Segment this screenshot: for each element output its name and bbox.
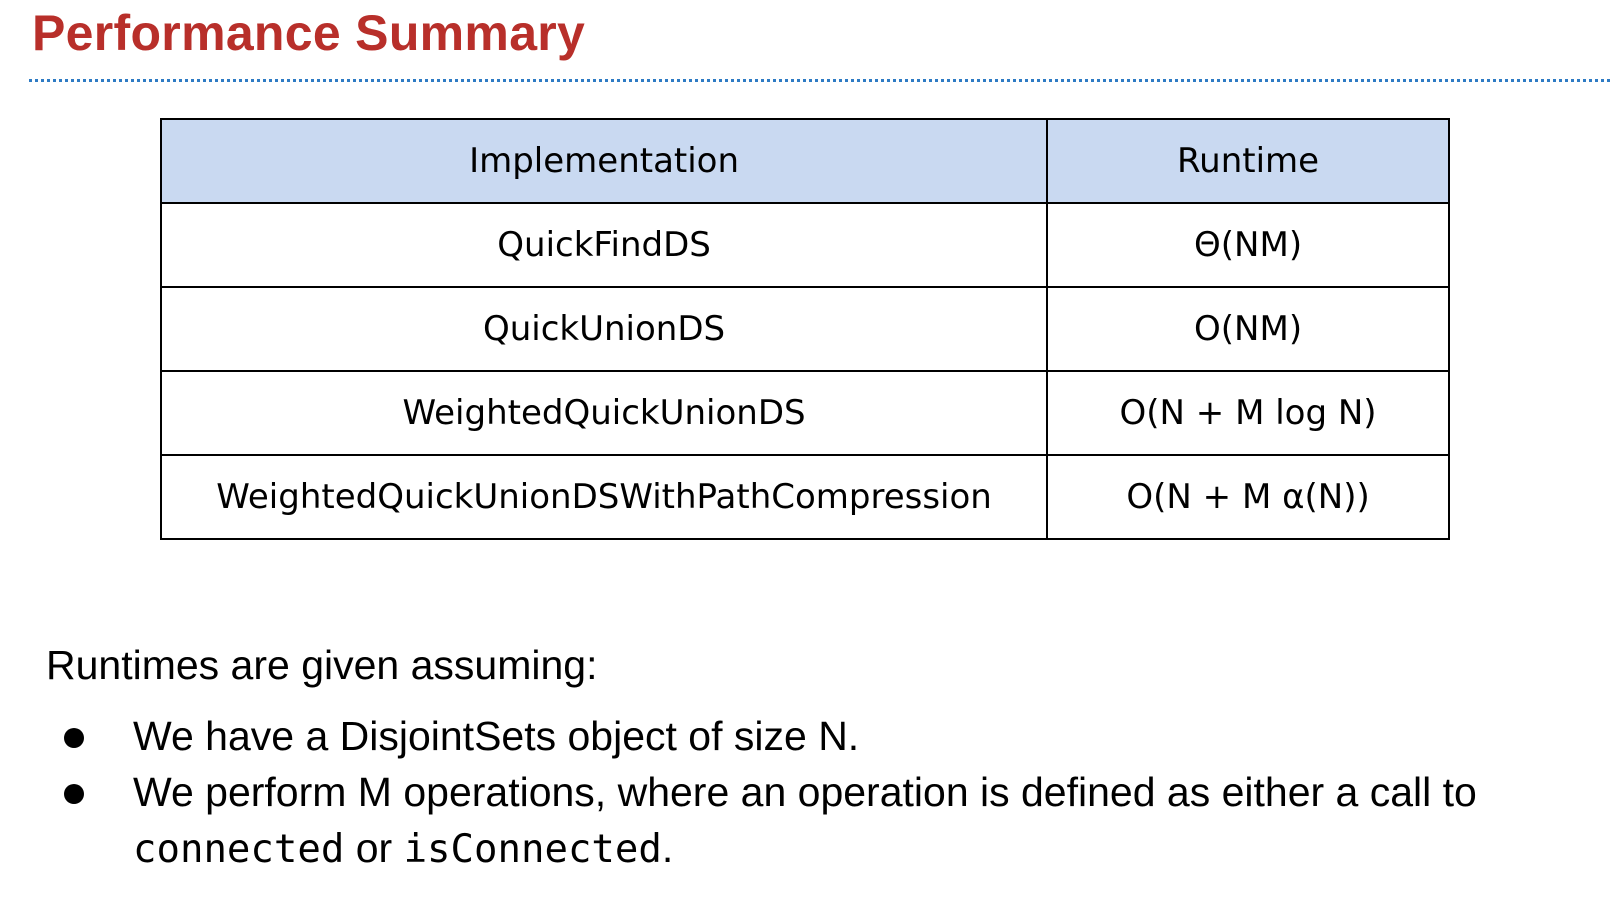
list-item: We perform M operations, where an operat… [0,764,1610,878]
assumptions-intro: Runtimes are given assuming: [46,642,598,688]
bullet-text: We have a DisjointSets object of size N. [133,713,860,759]
table-row: QuickFindDS Θ(NM) [159,202,1450,288]
bullet-text-or: or [344,825,404,871]
title-divider [29,79,1610,82]
table-row: QuickUnionDS O(NM) [159,286,1450,372]
code-isconnected: isConnected [403,827,662,872]
implementation-cell: QuickFindDS [159,202,1049,288]
header-runtime: Runtime [1046,118,1450,204]
runtime-cell: Θ(NM) [1046,202,1450,288]
bullet-text-end: . [661,825,674,871]
implementation-cell: QuickUnionDS [159,286,1049,372]
list-item: We have a DisjointSets object of size N. [0,708,1610,764]
page-title: Performance Summary [32,5,586,61]
runtime-cell: O(NM) [1046,286,1450,372]
bullet-text: We perform M operations, where an operat… [133,769,1477,815]
table-row: WeightedQuickUnionDSWithPathCompression … [159,454,1450,540]
bullet-icon [64,728,84,748]
table-row: WeightedQuickUnionDS O(N + M log N) [159,370,1450,456]
assumptions-list: We have a DisjointSets object of size N.… [0,708,1610,878]
table-header-row: Implementation Runtime [159,118,1450,204]
runtime-cell: O(N + M α(N)) [1046,454,1450,540]
code-connected: connected [133,827,345,872]
header-implementation: Implementation [159,118,1049,204]
implementation-cell: WeightedQuickUnionDSWithPathCompression [159,454,1049,540]
implementation-cell: WeightedQuickUnionDS [159,370,1049,456]
runtime-cell: O(N + M log N) [1046,370,1450,456]
bullet-icon [64,784,84,804]
performance-table: Implementation Runtime QuickFindDS Θ(NM)… [159,118,1450,540]
